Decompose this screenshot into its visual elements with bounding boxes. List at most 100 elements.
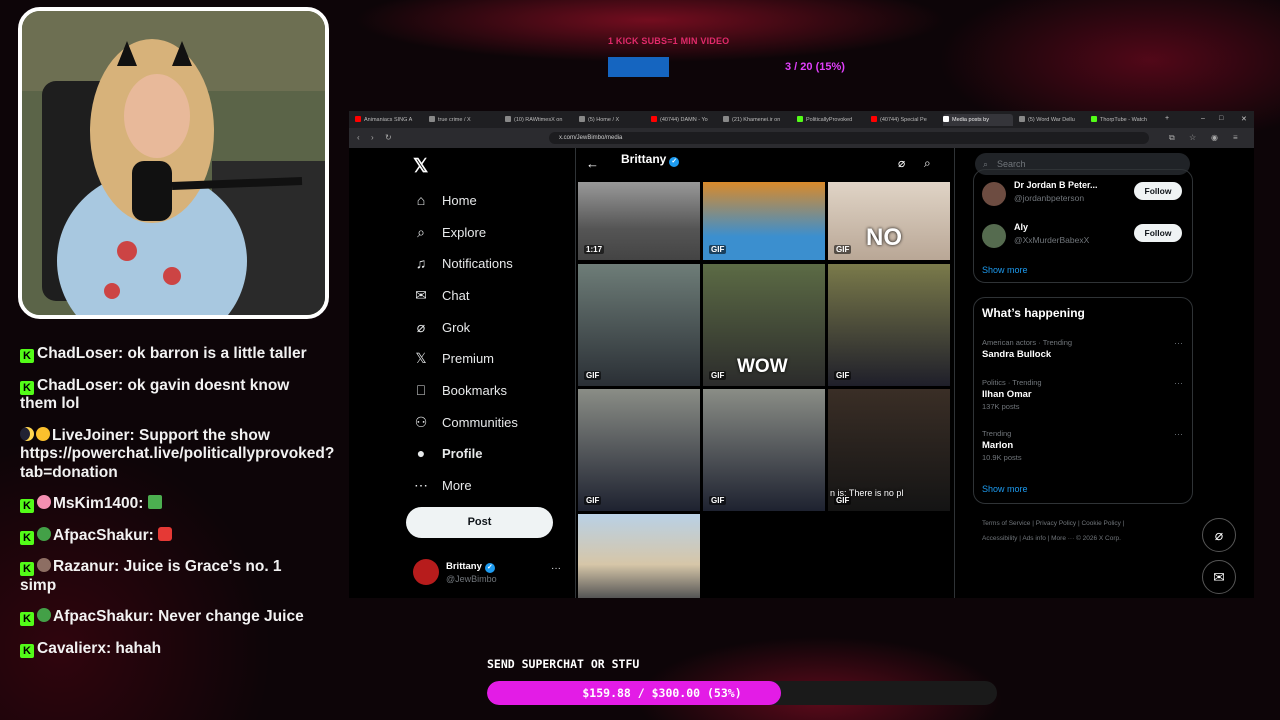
- mail-icon: ✉: [415, 286, 427, 303]
- chat-username: ChadLoser:: [37, 376, 124, 394]
- chat-text: hahah: [115, 639, 162, 657]
- media-tag: GIF: [584, 371, 602, 380]
- media-tag: GIF: [834, 496, 852, 505]
- nav-item-grok[interactable]: ⌀ Grok: [413, 317, 470, 337]
- moon-icon: [20, 426, 34, 441]
- goal-count: 3 / 20 (15%): [785, 61, 845, 73]
- back-arrow-icon[interactable]: ←: [586, 156, 599, 171]
- media-item[interactable]: GIF: [578, 389, 700, 511]
- nav-item-explore[interactable]: ⌕ Explore: [413, 222, 486, 242]
- browser-tab[interactable]: ThorpTube - Watch: [1091, 114, 1161, 126]
- media-item[interactable]: GIF: [703, 182, 825, 260]
- browser-tab[interactable]: Animaniacs SING A: [355, 114, 425, 126]
- avatar: [413, 559, 439, 585]
- trend-context: American actors · Trending: [982, 338, 1073, 347]
- maximize-icon[interactable]: □: [1219, 115, 1223, 122]
- menu-icon[interactable]: ≡: [1233, 133, 1238, 142]
- kick-badge-icon: K: [20, 612, 34, 626]
- profile-icon[interactable]: ◉: [1211, 133, 1218, 142]
- media-tag: GIF: [709, 496, 727, 505]
- chat-text: ok barron is a little taller: [127, 345, 307, 362]
- media-item[interactable]: WOW GIF: [703, 264, 825, 386]
- favicon-icon: [355, 116, 361, 122]
- grok-icon[interactable]: ⌀: [898, 156, 905, 170]
- follow-button[interactable]: Follow: [1134, 224, 1182, 242]
- nav-item-premium[interactable]: 𝕏 Premium: [413, 348, 494, 368]
- bookmark-star-icon[interactable]: ☆: [1189, 133, 1196, 142]
- gift-badge-icon: [37, 526, 51, 541]
- new-tab-icon[interactable]: +: [1165, 115, 1169, 122]
- kick-badge-icon: K: [20, 530, 34, 545]
- devil-emote-icon: [158, 526, 173, 541]
- browser-tab[interactable]: true crime / X: [429, 114, 499, 126]
- back-icon[interactable]: ‹: [357, 133, 360, 142]
- search-icon[interactable]: ⌕: [924, 156, 931, 171]
- minimize-icon[interactable]: –: [1201, 115, 1205, 122]
- home-icon: ⌂: [416, 192, 426, 208]
- bell-icon: ♫: [415, 255, 427, 271]
- chat-message: K AfpacShakur:: [20, 526, 320, 546]
- extension-icon[interactable]: ⧉: [1169, 133, 1175, 143]
- profile-title-wrap: Brittany ✓: [621, 152, 680, 167]
- goal-progress-box: [608, 57, 669, 77]
- chat-message: K AfpacShakur: Never change Juice: [20, 608, 320, 627]
- browser-tab[interactable]: (40744) Special Pe: [871, 114, 941, 126]
- trend-post-count: 10.9K posts: [982, 453, 1022, 462]
- trend-item[interactable]: Trending Marlon 10.9K posts ···: [982, 429, 1183, 462]
- account-menu-icon[interactable]: ···: [551, 563, 561, 574]
- reload-icon[interactable]: ↻: [385, 133, 392, 142]
- show-more-link[interactable]: Show more: [982, 484, 1028, 494]
- grok-icon: ⌀: [416, 318, 426, 335]
- footer-line[interactable]: Terms of Service | Privacy Policy | Cook…: [982, 516, 1192, 531]
- nav-item-notifications[interactable]: ♫ Notifications: [413, 253, 513, 273]
- more-circle-icon: ⋯: [414, 476, 428, 493]
- follow-button[interactable]: Follow: [1134, 182, 1182, 200]
- more-dots-icon[interactable]: ···: [1174, 378, 1183, 388]
- close-icon[interactable]: ✕: [1241, 115, 1247, 123]
- media-item[interactable]: n is: There is no pl GIF: [828, 389, 950, 511]
- media-overlay-text: WOW: [737, 356, 788, 377]
- nav-item-communities[interactable]: ⚇ Communities: [413, 412, 518, 432]
- media-item[interactable]: GIF: [703, 389, 825, 511]
- messages-fab-icon[interactable]: ✉: [1202, 560, 1236, 594]
- trend-item[interactable]: American actors · Trending Sandra Bulloc…: [982, 338, 1183, 360]
- trend-item[interactable]: Politics · Trending Ilhan Omar 137K post…: [982, 378, 1183, 411]
- more-dots-icon[interactable]: ···: [1174, 429, 1183, 439]
- browser-tab[interactable]: (21) Khamenei.ir on: [723, 114, 793, 126]
- browser-tab[interactable]: (5) Word War Dellu: [1019, 114, 1089, 126]
- nav-item-chat[interactable]: ✉ Chat: [413, 285, 469, 305]
- browser-tab[interactable]: PoliticallyProvoked: [797, 114, 867, 126]
- browser-tab[interactable]: (5) Home / X: [579, 114, 649, 126]
- media-item[interactable]: 1:17: [578, 182, 700, 260]
- nav-item-bookmarks[interactable]: ⎕ Bookmarks: [413, 380, 507, 400]
- verified-badge-icon: ✓: [484, 563, 495, 573]
- grok-fab-icon[interactable]: ⌀: [1202, 518, 1236, 552]
- media-tag: GIF: [709, 371, 727, 380]
- favicon-icon: [1019, 116, 1025, 122]
- media-item[interactable]: GIF: [828, 264, 950, 386]
- media-tag: GIF: [834, 371, 852, 380]
- kick-badge-icon: K: [20, 562, 34, 576]
- browser-tab-active[interactable]: Media posts by: [943, 114, 1013, 126]
- media-item[interactable]: GIF: [578, 264, 700, 386]
- media-item[interactable]: [578, 514, 700, 598]
- forward-icon[interactable]: ›: [371, 133, 374, 142]
- browser-tab[interactable]: (40744) DAMN - Yo: [651, 114, 721, 126]
- browser-tab[interactable]: (10) RAWtimesX on: [505, 114, 575, 126]
- show-more-link[interactable]: Show more: [982, 265, 1028, 275]
- post-button[interactable]: Post: [406, 507, 553, 538]
- bookmark-icon: ⎕: [416, 381, 426, 398]
- media-item[interactable]: NO GIF: [828, 182, 950, 260]
- account-switcher[interactable]: Brittany ✓ @JewBimbo ···: [413, 559, 563, 589]
- media-tag: 1:17: [584, 245, 605, 254]
- footer-line[interactable]: Accessibility | Ads info | More ··· © 20…: [982, 531, 1192, 546]
- who-to-follow-card: Dr Jordan B Peter... @jordanbpeterson Fo…: [973, 169, 1193, 283]
- profile-title: Brittany: [621, 152, 667, 166]
- url-input[interactable]: x.com/JewBimbo/media: [549, 132, 1149, 144]
- more-dots-icon[interactable]: ···: [1174, 338, 1183, 348]
- nav-item-profile[interactable]: ● Profile: [413, 443, 483, 463]
- x-logo-icon[interactable]: 𝕏: [413, 155, 428, 178]
- nav-item-more[interactable]: ⋯ More: [413, 475, 472, 495]
- chat-message: K ChadLoser: ok gavin doesnt know them lo…: [20, 377, 320, 414]
- nav-item-home[interactable]: ⌂ Home: [413, 190, 477, 210]
